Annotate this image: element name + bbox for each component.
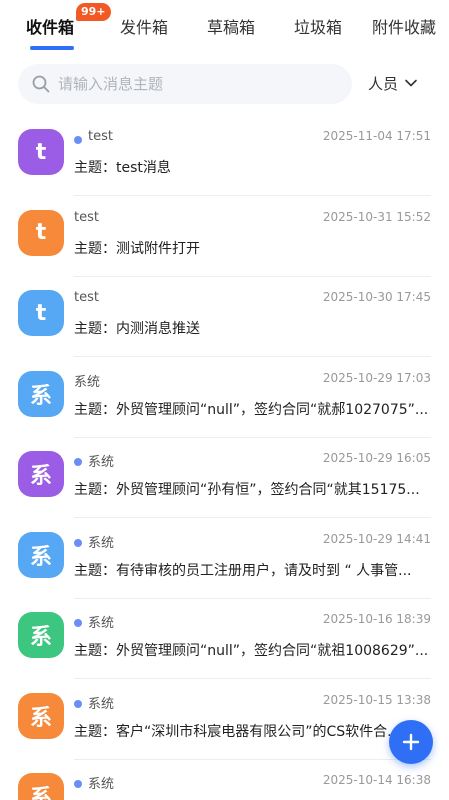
message-subject: 主题：外贸管理顾问“null”，签约合同“就祖1008629”... <box>74 643 429 659</box>
person-filter-dropdown[interactable]: 人员 <box>368 70 418 96</box>
sender-avatar: 系 <box>18 612 64 658</box>
message-item[interactable]: t test 2025-11-04 17:51 主题：test消息 <box>0 116 449 196</box>
sender-name: 系统 <box>88 535 115 551</box>
message-subject: 主题：test消息 <box>74 160 171 176</box>
message-time: 2025-10-29 17:03 <box>322 370 431 385</box>
message-time: 2025-10-29 16:05 <box>322 451 431 465</box>
sender-avatar: 系 <box>18 692 64 739</box>
message-subject: 主题：内测消息推送 <box>74 321 200 337</box>
sender-name: 系统 <box>88 696 115 712</box>
message-time: 2025-10-29 14:41 <box>322 531 431 546</box>
unread-count-badge: 99+ <box>76 3 111 21</box>
tab-drafts[interactable]: 草稿箱 <box>207 14 255 38</box>
message-subject: 主题：客户“深圳市科宸电器有限公司”的CS软件合... <box>74 723 401 740</box>
sender-name: 系统 <box>88 777 115 792</box>
message-item[interactable]: t test 2025-10-31 15:52 主题：测试附件打开 <box>0 197 449 277</box>
message-time: 2025-10-31 15:52 <box>322 209 431 224</box>
search-icon <box>32 75 50 93</box>
sender-name: test <box>74 209 99 225</box>
unread-dot <box>74 780 82 788</box>
mailbox-tabs: 收件箱 99+ 发件箱 草稿箱 垃圾箱 附件收藏 <box>0 0 449 52</box>
message-time: 2025-11-04 17:51 <box>322 129 431 143</box>
sender-avatar: 系 <box>18 370 64 417</box>
search-bar[interactable] <box>18 64 352 104</box>
plus-icon <box>402 733 420 751</box>
message-item[interactable]: 系 系统 2025-10-16 18:39 主题：外贸管理顾问“null”，签约合同“… <box>0 599 449 679</box>
sender-avatar: 系 <box>18 773 64 800</box>
sender-avatar: 系 <box>18 451 64 497</box>
message-time: 2025-10-30 17:45 <box>322 290 431 304</box>
tab-attachments[interactable]: 附件收藏 <box>372 14 436 38</box>
unread-dot <box>74 538 82 547</box>
unread-dot <box>74 458 82 466</box>
message-time: 2025-10-14 16:38 <box>322 773 431 787</box>
message-item[interactable]: 系 系统 2025-10-29 14:41 主题：有待审核的员工注册用户，请及时到 “… <box>0 519 449 599</box>
message-time: 2025-10-15 13:38 <box>322 692 431 707</box>
message-time: 2025-10-16 18:39 <box>322 612 431 626</box>
sender-avatar: t <box>18 209 64 256</box>
sender-name: test <box>88 129 113 144</box>
sender-name: 系统 <box>88 616 115 631</box>
unread-dot <box>74 619 82 627</box>
message-item[interactable]: 系 系统 2025-10-14 16:38 <box>0 760 449 800</box>
message-item[interactable]: 系 系统 2025-10-15 13:38 主题：客户“深圳市科宸电器有限公司”的CS… <box>0 680 449 760</box>
person-filter-label: 人员 <box>368 74 399 93</box>
sender-avatar: t <box>18 290 64 336</box>
sender-name: test <box>74 290 99 305</box>
message-item[interactable]: 系系统 2025-10-29 17:03 主题：外贸管理顾问“null”，签约合同“… <box>0 358 449 438</box>
tab-outbox[interactable]: 发件箱 <box>120 14 168 38</box>
compose-button[interactable] <box>389 720 433 764</box>
active-tab-indicator <box>30 46 74 50</box>
chevron-down-icon <box>405 79 417 87</box>
unread-dot <box>74 699 82 708</box>
sender-name: 系统 <box>74 374 101 390</box>
message-item[interactable]: t test 2025-10-30 17:45 主题：内测消息推送 <box>0 277 449 357</box>
tab-trash[interactable]: 垃圾箱 <box>294 14 342 38</box>
sender-name: 系统 <box>88 455 115 470</box>
message-subject: 主题：测试附件打开 <box>74 240 200 257</box>
message-item[interactable]: 系 系统 2025-10-29 16:05 主题：外贸管理顾问“孙有恒”，签约合同“就… <box>0 438 449 518</box>
message-subject: 主题：外贸管理顾问“null”，签约合同“就郝1027075”... <box>74 401 429 418</box>
sender-avatar: t <box>18 129 64 175</box>
search-input[interactable] <box>58 64 338 104</box>
message-subject: 主题：有待审核的员工注册用户，请及时到 “ 人事管... <box>74 562 412 579</box>
message-subject: 主题：外贸管理顾问“孙有恒”，签约合同“就其15175... <box>74 482 420 498</box>
sender-avatar: 系 <box>18 531 64 578</box>
tab-inbox[interactable]: 收件箱 <box>26 14 74 38</box>
unread-dot <box>74 136 82 144</box>
